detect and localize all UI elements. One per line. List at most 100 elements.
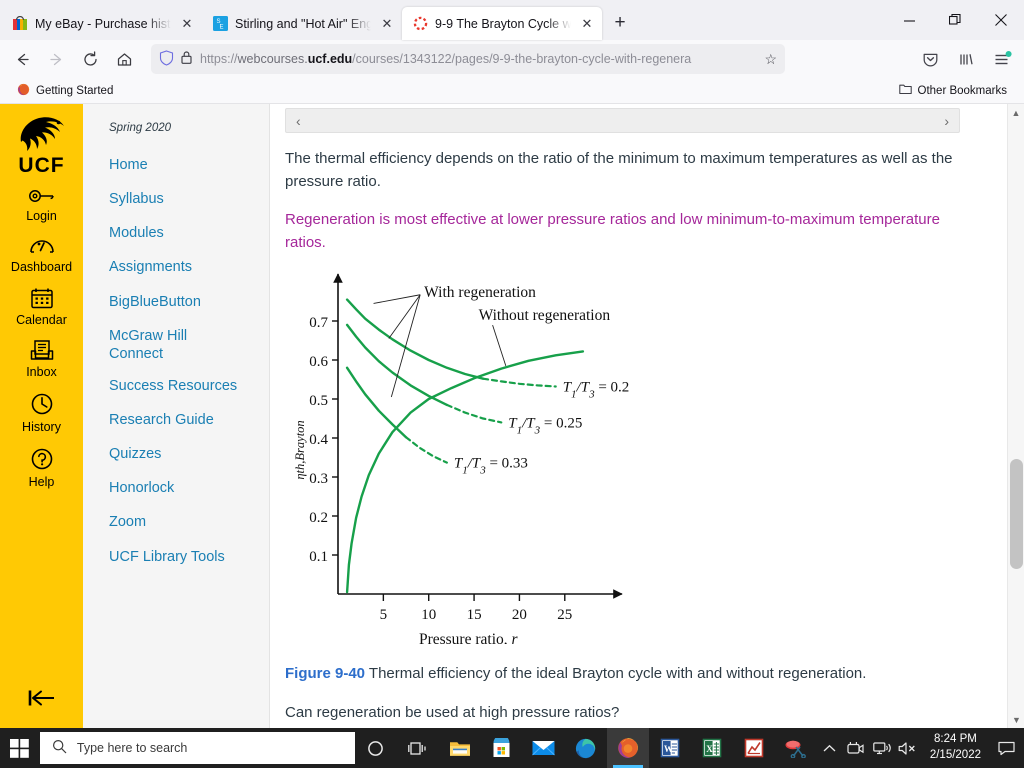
task-view-icon[interactable]	[397, 728, 439, 768]
sidebar-item-label: Inbox	[26, 365, 57, 380]
clock-date: 2/15/2022	[929, 749, 981, 761]
home-icon[interactable]	[108, 44, 140, 74]
browser-tab-active[interactable]: 9-9 The Brayton Cycle with Rege ✕	[402, 7, 602, 40]
scroll-down-arrow-icon[interactable]: ▼	[1008, 711, 1024, 728]
sidebar-item-label: Calendar	[16, 312, 67, 327]
back-arrow-icon[interactable]	[6, 44, 38, 74]
sidebar-item-label: Dashboard	[10, 259, 73, 274]
padlock-icon[interactable]	[180, 50, 193, 68]
file-explorer-icon[interactable]	[439, 728, 481, 768]
next-page-button[interactable]: ›	[944, 113, 949, 129]
tab-title: Stirling and "Hot Air" Engine Fo	[235, 16, 371, 31]
tab-title: 9-9 The Brayton Cycle with Rege	[435, 16, 571, 31]
forward-arrow-icon[interactable]	[40, 44, 72, 74]
sidebar-item-help[interactable]: Help	[0, 440, 83, 495]
bookmark-getting-started[interactable]: Getting Started	[12, 81, 118, 101]
close-icon[interactable]: ✕	[378, 15, 396, 33]
course-nav-item-bigbluebutton[interactable]: BigBlueButton	[97, 285, 269, 319]
svg-text:Without regeneration: Without regeneration	[479, 307, 611, 324]
tab-strip: My eBay - Purchase history ✕ S E Stirlin…	[0, 0, 1024, 40]
snipping-tool-icon[interactable]	[775, 728, 817, 768]
svg-text:0.3: 0.3	[309, 471, 328, 487]
collapse-left-arrow-icon[interactable]	[0, 686, 83, 710]
shield-icon[interactable]	[159, 49, 174, 69]
new-tab-button[interactable]: +	[605, 8, 635, 38]
search-input[interactable]: Type here to search	[39, 732, 355, 764]
chart-svg: 0.1 0.2 0.3 0.4 0.5 0.6 0.7 5 10 15 20 25 T1/T3 = 0.…	[293, 273, 630, 653]
volume-muted-icon[interactable]	[895, 728, 921, 768]
sidebar-item-label: Help	[28, 474, 55, 489]
svg-text:With regeneration: With regeneration	[424, 284, 536, 301]
course-nav-item-mcgraw-hill-connect[interactable]: McGraw Hill Connect	[97, 319, 217, 369]
scroll-up-arrow-icon[interactable]: ▲	[1008, 104, 1024, 121]
svg-text:5: 5	[380, 607, 388, 623]
sidebar-item-calendar[interactable]: Calendar	[0, 280, 83, 333]
course-nav-item-assignments[interactable]: Assignments	[97, 250, 269, 284]
svg-text:E: E	[219, 25, 223, 31]
firefox-icon[interactable]	[606, 728, 649, 768]
course-nav-item-ucf-library-tools[interactable]: UCF Library Tools	[97, 540, 269, 574]
main-content: ‹ › The thermal efficiency depends on th…	[270, 104, 1024, 728]
show-hidden-icons-chevron[interactable]	[817, 728, 843, 768]
course-nav-item-syllabus[interactable]: Syllabus	[97, 182, 269, 216]
sidebar-item-history[interactable]: History	[0, 385, 83, 440]
course-nav-item-honorlock[interactable]: Honorlock	[97, 471, 269, 505]
network-icon[interactable]	[869, 728, 895, 768]
figure-number: Figure 9-40	[285, 665, 366, 682]
windows-start-icon[interactable]	[0, 728, 40, 768]
course-nav-item-zoom[interactable]: Zoom	[97, 505, 269, 539]
microsoft-store-icon[interactable]	[481, 728, 523, 768]
search-icon	[52, 739, 67, 757]
library-icon[interactable]	[950, 44, 982, 74]
tab-title: My eBay - Purchase history	[35, 16, 171, 31]
close-button[interactable]	[978, 0, 1024, 40]
svg-text:25: 25	[557, 607, 572, 623]
svg-text:Pressure ratio, rp: Pressure ratio, rp	[419, 631, 524, 644]
camera-icon[interactable]	[843, 728, 869, 768]
taskbar-clock[interactable]: 8:24 PM 2/15/2022	[921, 728, 990, 768]
page-scrollbar[interactable]: ▲ ▼	[1007, 104, 1024, 728]
microsoft-edge-icon[interactable]	[565, 728, 607, 768]
paragraph-thermal-efficiency: The thermal efficiency depends on the ra…	[285, 150, 953, 191]
search-placeholder: Type here to search	[76, 741, 188, 755]
bookmark-star-icon[interactable]: ☆	[764, 51, 777, 68]
address-bar[interactable]: https://webcourses.ucf.edu/courses/13431…	[151, 44, 785, 74]
course-nav-item-research-guide[interactable]: Research Guide	[97, 403, 269, 437]
previous-page-button[interactable]: ‹	[296, 113, 301, 129]
ebay-bag-icon	[12, 16, 28, 32]
close-icon[interactable]: ✕	[178, 15, 196, 33]
app-menu-icon[interactable]	[986, 44, 1018, 74]
reload-icon[interactable]	[74, 44, 106, 74]
word-icon[interactable]: W	[649, 728, 691, 768]
course-nav-item-quizzes[interactable]: Quizzes	[97, 437, 269, 471]
svg-text:0.5: 0.5	[309, 393, 328, 409]
course-nav-item-home[interactable]: Home	[97, 148, 269, 182]
svg-text:0.2: 0.2	[309, 510, 328, 526]
course-nav-item-modules[interactable]: Modules	[97, 216, 269, 250]
scrollbar-thumb[interactable]	[1010, 459, 1023, 569]
sidebar-item-dashboard[interactable]: Dashboard	[0, 229, 83, 280]
ucf-logo[interactable]: UCF	[11, 112, 73, 178]
course-nav-item-success-resources[interactable]: Success Resources	[97, 369, 269, 403]
firefox-icon	[17, 83, 30, 99]
minimize-button[interactable]	[886, 0, 932, 40]
svg-text:T1/T3 = 0.33: T1/T3 = 0.33	[454, 456, 528, 477]
browser-tab[interactable]: My eBay - Purchase history ✕	[2, 7, 202, 40]
url-text[interactable]: https://webcourses.ucf.edu/courses/13431…	[200, 52, 757, 66]
module-sequence-bar: ‹ ›	[285, 108, 960, 133]
powerpoint-icon[interactable]	[733, 728, 775, 768]
bookmark-other-bookmarks[interactable]: Other Bookmarks	[894, 81, 1012, 100]
svg-text:T1/T3 = 0.2: T1/T3 = 0.2	[563, 380, 630, 401]
sidebar-item-inbox[interactable]: Inbox	[0, 332, 83, 385]
pocket-save-icon[interactable]	[914, 44, 946, 74]
cortana-icon[interactable]	[355, 728, 397, 768]
notification-icon[interactable]	[990, 728, 1022, 768]
restore-button[interactable]	[932, 0, 978, 40]
close-icon[interactable]: ✕	[578, 15, 596, 33]
browser-tab[interactable]: S E Stirling and "Hot Air" Engine Fo ✕	[202, 7, 402, 40]
mail-icon[interactable]	[523, 728, 565, 768]
clock-icon	[30, 392, 54, 419]
excel-icon[interactable]: X	[691, 728, 733, 768]
sidebar-item-login[interactable]: Login	[0, 180, 83, 229]
windows-taskbar: Type here to search W X 8:24 PM 2/15/202…	[0, 728, 1024, 768]
